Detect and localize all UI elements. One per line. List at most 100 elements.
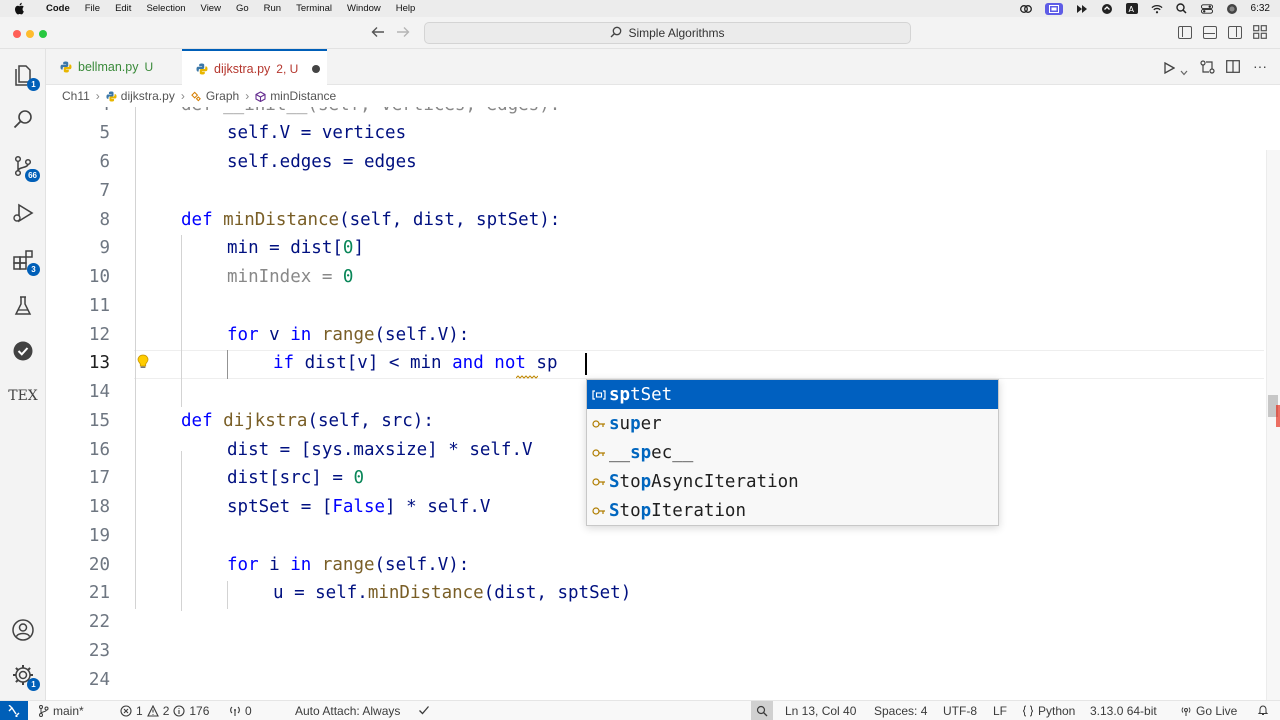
info-count: 176 xyxy=(189,704,210,718)
suggestion-item[interactable]: sp tSet xyxy=(587,380,998,409)
more-actions-icon[interactable]: ··· xyxy=(1253,58,1267,74)
tex-button[interactable]: TEX xyxy=(8,382,38,410)
source-control-button[interactable]: 66 xyxy=(9,152,40,182)
compare-changes-icon[interactable] xyxy=(1200,60,1215,79)
branch-name: main* xyxy=(53,704,84,718)
chevron-right-icon: › xyxy=(245,89,250,103)
zoom-indicator[interactable] xyxy=(751,701,773,720)
search-icon xyxy=(610,26,622,41)
remote-indicator[interactable] xyxy=(0,701,28,720)
class-icon xyxy=(592,475,606,489)
suggestion-rest: tSet xyxy=(630,384,673,405)
menu-help[interactable]: Help xyxy=(396,3,416,14)
media-control-icon[interactable] xyxy=(1076,3,1088,14)
creative-cloud-icon[interactable] xyxy=(1019,3,1032,14)
end-of-line[interactable]: LF xyxy=(993,704,1007,718)
warning-icon xyxy=(146,705,159,717)
code-text: not xyxy=(494,353,526,373)
menu-run[interactable]: Run xyxy=(264,3,281,14)
breadcrumb-folder[interactable]: Ch11 xyxy=(62,89,90,103)
command-center-search[interactable]: Simple Algorithms xyxy=(424,22,911,44)
code-text: sptSet = [ xyxy=(227,497,333,517)
language-mode[interactable]: Python xyxy=(1022,704,1075,718)
cursor-position[interactable]: Ln 13, Col 40 xyxy=(785,704,856,718)
toggle-primary-sidebar-icon[interactable] xyxy=(1178,26,1192,39)
search-view-button[interactable] xyxy=(9,105,37,133)
code-line-6: self.edges = edges xyxy=(227,152,417,172)
code-text: 0 xyxy=(342,267,354,287)
menu-view[interactable]: View xyxy=(201,3,221,14)
suggestion-item[interactable]: s u p er xyxy=(587,409,998,438)
menu-edit[interactable]: Edit xyxy=(115,3,131,14)
testing-button[interactable] xyxy=(9,292,37,320)
go-live-button[interactable]: Go Live xyxy=(1180,704,1237,718)
suggestion-item[interactable]: Sto p Iteration xyxy=(587,496,998,525)
code-text: dist[v] < min xyxy=(294,353,453,373)
suggestion-item[interactable]: Sto p AsyncIteration xyxy=(587,467,998,496)
menu-app-name[interactable]: Code xyxy=(46,3,70,14)
auto-attach-indicator[interactable]: Auto Attach: Always xyxy=(295,704,400,718)
class-icon xyxy=(592,504,606,518)
menu-selection[interactable]: Selection xyxy=(146,3,185,14)
notifications-button[interactable] xyxy=(1257,704,1269,716)
back-arrow-icon[interactable] xyxy=(371,25,385,41)
breadcrumb-file[interactable]: dijkstra.py xyxy=(121,89,175,103)
apple-icon[interactable] xyxy=(12,2,26,16)
problems-indicator[interactable]: 1 2 176 xyxy=(120,704,209,718)
suggestion-item[interactable]: __ sp ec__ xyxy=(587,438,998,467)
suggestion-rest: er xyxy=(640,413,662,434)
wifi-icon[interactable] xyxy=(1151,3,1163,14)
manage-button[interactable]: 1 xyxy=(9,661,40,691)
extensions-button[interactable]: 3 xyxy=(9,246,40,276)
chevron-right-icon: › xyxy=(180,89,185,103)
source-control-badge: 66 xyxy=(25,169,40,182)
breadcrumb-class[interactable]: Graph xyxy=(206,89,239,103)
siri-icon[interactable] xyxy=(1226,3,1238,14)
explorer-button[interactable]: 1 xyxy=(9,61,40,91)
indentation[interactable]: Spaces: 4 xyxy=(874,704,927,718)
checklist-button[interactable] xyxy=(9,337,37,365)
variable-icon xyxy=(592,388,606,402)
breadcrumb-method[interactable]: minDistance xyxy=(270,89,336,103)
tab-dijkstra[interactable]: dijkstra.py 2, U xyxy=(182,49,327,86)
customize-layout-icon[interactable] xyxy=(1253,25,1267,44)
menu-window[interactable]: Window xyxy=(347,3,381,14)
minimize-window-button[interactable] xyxy=(26,30,34,38)
toggle-panel-icon[interactable] xyxy=(1203,26,1217,39)
editor-scrollbar[interactable] xyxy=(1266,150,1280,700)
search-icon[interactable] xyxy=(1176,3,1188,14)
line-number: 21 xyxy=(88,583,110,603)
python-interpreter[interactable]: 3.13.0 64-bit xyxy=(1090,704,1157,718)
input-source-icon[interactable]: A xyxy=(1125,3,1138,14)
ports-indicator[interactable]: 0 xyxy=(229,704,252,718)
zoom-window-button[interactable] xyxy=(39,30,47,38)
class-icon xyxy=(191,91,202,102)
check-indicator[interactable] xyxy=(418,704,430,716)
control-center-icon[interactable] xyxy=(1200,3,1213,14)
line-number: 17 xyxy=(88,468,110,488)
split-editor-icon[interactable] xyxy=(1226,60,1240,78)
indent-guide xyxy=(181,235,182,407)
menu-file[interactable]: File xyxy=(85,3,100,14)
toggle-secondary-sidebar-icon[interactable] xyxy=(1228,26,1242,39)
branch-indicator[interactable]: main* xyxy=(38,704,84,718)
accounts-button[interactable] xyxy=(9,616,37,644)
menu-terminal[interactable]: Terminal xyxy=(296,3,332,14)
close-window-button[interactable] xyxy=(13,30,21,38)
chevron-down-icon[interactable] xyxy=(1180,63,1188,81)
lightbulb-icon[interactable] xyxy=(136,354,150,370)
run-python-file-icon[interactable] xyxy=(1163,61,1176,79)
unsaved-dot-icon[interactable] xyxy=(312,64,321,73)
ports-count: 0 xyxy=(245,704,252,718)
screen-recording-icon[interactable] xyxy=(1044,2,1063,15)
menu-go[interactable]: Go xyxy=(236,3,249,14)
extension-icon[interactable] xyxy=(1101,3,1113,14)
line-number: 18 xyxy=(88,497,110,517)
code-text: def __init__(self, vertices, edges): xyxy=(181,107,560,115)
encoding[interactable]: UTF-8 xyxy=(943,704,977,718)
braces-icon xyxy=(1022,705,1034,717)
python-file-icon xyxy=(60,61,72,73)
forward-arrow-icon[interactable] xyxy=(396,25,410,41)
tab-bellman[interactable]: bellman.py U xyxy=(46,49,182,85)
run-debug-button[interactable] xyxy=(9,199,37,227)
